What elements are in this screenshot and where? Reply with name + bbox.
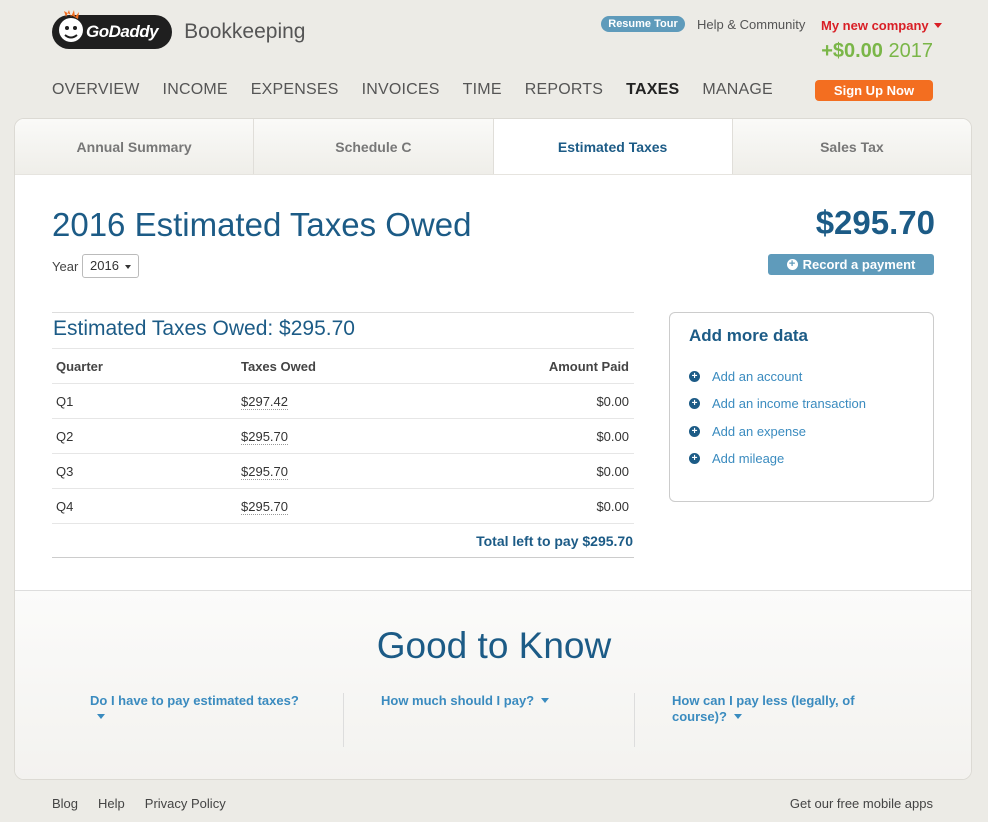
year-value: 2016	[90, 258, 119, 273]
row-taxes-owed[interactable]: $295.70	[241, 463, 288, 480]
tab-annual-summary[interactable]: Annual Summary	[15, 119, 255, 174]
main-nav: OVERVIEW INCOME EXPENSES INVOICES TIME R…	[52, 81, 796, 99]
add-mileage-link[interactable]: + Add mileage	[689, 451, 784, 466]
caret-down-icon	[933, 23, 942, 28]
total-left-to-pay: Total left to pay $295.70	[52, 523, 634, 558]
faq-label: How can I pay less (legally, of course)?	[672, 693, 855, 724]
row-taxes-owed[interactable]: $295.70	[241, 498, 288, 515]
row-quarter: Q1	[56, 393, 74, 409]
header-amount-paid: Amount Paid	[548, 358, 629, 374]
company-selector[interactable]: My new company	[821, 18, 942, 33]
panel-title: Add more data	[689, 326, 809, 345]
tax-tabs: Annual Summary Schedule C Estimated Taxe…	[15, 119, 971, 175]
balance-summary: +$0.00 2017	[821, 40, 933, 63]
dropdown-arrow-icon	[125, 265, 131, 269]
row-amount-paid: $0.00	[596, 428, 629, 444]
row-taxes-owed[interactable]: $297.42	[241, 393, 288, 410]
faq-divider	[343, 693, 344, 747]
balance-amount: +$0.00	[821, 40, 883, 62]
nav-manage[interactable]: MANAGE	[702, 81, 773, 99]
tab-sales-tax[interactable]: Sales Tax	[732, 119, 971, 174]
good-to-know-title: Good to Know	[376, 625, 612, 666]
faq-pay-estimated-taxes[interactable]: Do I have to pay estimated taxes?	[90, 693, 310, 725]
footer-privacy-link[interactable]: Privacy Policy	[145, 796, 226, 811]
header-taxes-owed: Taxes Owed	[241, 358, 316, 374]
footer-links: Blog Help Privacy Policy	[52, 796, 246, 811]
link-label: Add mileage	[712, 451, 785, 466]
logo-badge: GoDaddy	[52, 10, 173, 49]
table-row: Q2 $295.70 $0.00	[52, 418, 634, 453]
table-row: Q1 $297.42 $0.00	[52, 383, 634, 418]
nav-taxes[interactable]: TAXES	[626, 81, 679, 99]
faq-label: How much should I pay?	[381, 693, 535, 708]
row-quarter: Q4	[56, 498, 74, 514]
plus-circle-icon: +	[786, 259, 798, 270]
faq-pay-less[interactable]: How can I pay less (legally, of course)?	[672, 693, 882, 725]
year-select[interactable]: 2016	[82, 254, 139, 278]
table-row: Q3 $295.70 $0.00	[52, 453, 634, 488]
mobile-apps-link[interactable]: Get our free mobile apps	[790, 796, 933, 811]
logo-face-icon	[59, 10, 83, 42]
nav-overview[interactable]: OVERVIEW	[52, 81, 140, 99]
estimated-taxes-table: Estimated Taxes Owed: $295.70 Quarter Ta…	[52, 312, 634, 558]
header-quarter: Quarter	[56, 358, 103, 374]
link-label: Add an expense	[712, 424, 806, 439]
row-amount-paid: $0.00	[596, 393, 629, 409]
row-amount-paid: $0.00	[596, 463, 629, 479]
table-header-row: Quarter Taxes Owed Amount Paid	[52, 348, 634, 383]
add-more-data-panel: Add more data + Add an account + Add an …	[669, 312, 934, 502]
row-taxes-owed[interactable]: $295.70	[241, 428, 288, 445]
faq-how-much-pay[interactable]: How much should I pay?	[381, 693, 601, 709]
plus-circle-icon: +	[689, 398, 700, 409]
row-quarter: Q3	[56, 463, 74, 479]
company-name: My new company	[821, 18, 929, 33]
nav-time[interactable]: TIME	[463, 81, 502, 99]
add-income-transaction-link[interactable]: + Add an income transaction	[689, 396, 866, 411]
nav-expenses[interactable]: EXPENSES	[251, 81, 339, 99]
resume-tour-button[interactable]: Resume Tour	[601, 16, 685, 32]
faq-divider	[634, 693, 635, 747]
add-account-link[interactable]: + Add an account	[689, 369, 802, 384]
add-expense-link[interactable]: + Add an expense	[689, 424, 806, 439]
good-to-know-section: Good to Know Do I have to pay estimated …	[15, 590, 971, 779]
nav-invoices[interactable]: INVOICES	[362, 81, 440, 99]
record-payment-label: Record a payment	[802, 257, 916, 272]
plus-circle-icon: +	[689, 371, 700, 382]
chevron-down-icon	[541, 698, 550, 703]
footer-help-link[interactable]: Help	[98, 796, 125, 811]
record-payment-button[interactable]: + Record a payment	[768, 254, 934, 275]
nav-income[interactable]: INCOME	[163, 81, 228, 99]
chevron-down-icon	[97, 714, 105, 719]
footer-blog-link[interactable]: Blog	[52, 796, 78, 811]
tab-schedule-c[interactable]: Schedule C	[254, 119, 494, 174]
page-title: 2016 Estimated Taxes Owed	[52, 206, 472, 243]
chevron-down-icon	[733, 714, 742, 719]
tab-estimated-taxes[interactable]: Estimated Taxes	[493, 119, 733, 174]
godaddy-logo[interactable]: GoDaddy Bookkeeping	[52, 10, 306, 52]
logo-text: GoDaddy	[86, 22, 159, 41]
nav-reports[interactable]: REPORTS	[525, 81, 603, 99]
faq-label: Do I have to pay estimated taxes?	[90, 693, 299, 708]
balance-year: 2017	[888, 40, 934, 62]
row-quarter: Q2	[56, 428, 74, 444]
sign-up-button[interactable]: Sign Up Now	[815, 80, 933, 101]
plus-circle-icon: +	[689, 426, 700, 437]
help-community-link[interactable]: Help & Community	[697, 17, 805, 32]
link-label: Add an account	[712, 369, 803, 384]
table-title: Estimated Taxes Owed: $295.70	[52, 312, 634, 348]
year-label: Year	[52, 259, 79, 274]
plus-circle-icon: +	[689, 453, 700, 464]
link-label: Add an income transaction	[712, 396, 866, 411]
main-card: Annual Summary Schedule C Estimated Taxe…	[14, 118, 972, 780]
product-name: Bookkeeping	[184, 20, 306, 43]
total-owed: $295.70	[815, 204, 935, 241]
row-amount-paid: $0.00	[596, 498, 629, 514]
table-row: Q4 $295.70 $0.00	[52, 488, 634, 523]
